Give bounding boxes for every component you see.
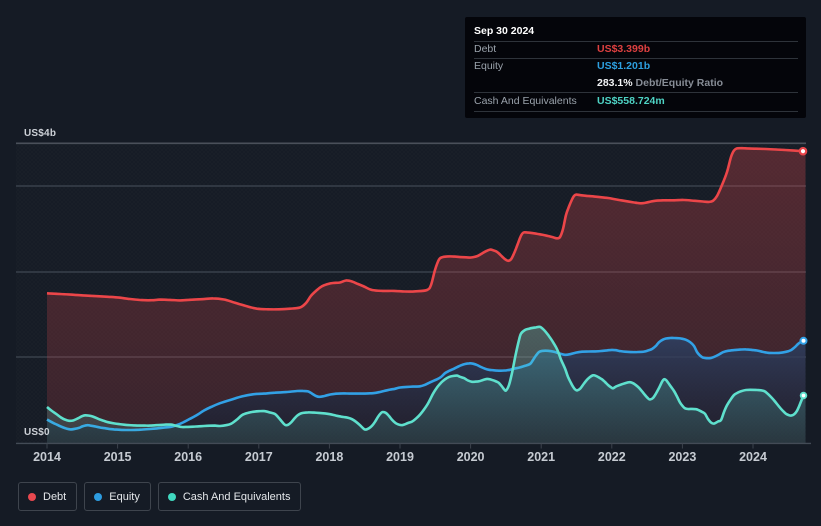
svg-text:2017: 2017 bbox=[245, 450, 273, 464]
svg-text:2015: 2015 bbox=[104, 450, 132, 464]
svg-text:US$4b: US$4b bbox=[24, 128, 56, 139]
svg-text:2014: 2014 bbox=[33, 450, 61, 464]
svg-text:US$0: US$0 bbox=[24, 427, 50, 438]
svg-text:2021: 2021 bbox=[527, 450, 555, 464]
svg-text:2020: 2020 bbox=[457, 450, 485, 464]
svg-text:2016: 2016 bbox=[174, 450, 202, 464]
svg-text:2022: 2022 bbox=[598, 450, 626, 464]
svg-text:2018: 2018 bbox=[315, 450, 343, 464]
svg-text:2019: 2019 bbox=[386, 450, 414, 464]
svg-text:2023: 2023 bbox=[668, 450, 696, 464]
svg-text:2024: 2024 bbox=[739, 450, 767, 464]
